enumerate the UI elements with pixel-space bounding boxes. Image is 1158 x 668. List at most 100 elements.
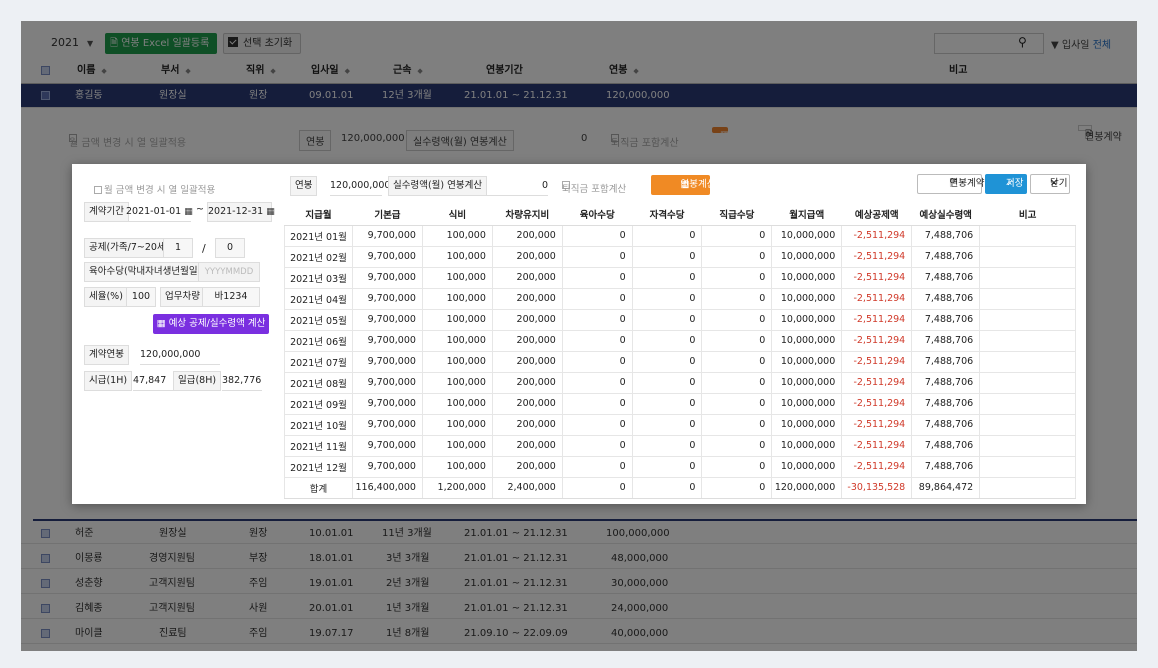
cell-deduction[interactable]: -2,511,294 — [841, 329, 913, 352]
cell-rank[interactable]: 0 — [701, 392, 773, 415]
cell-monthly-pay[interactable]: 10,000,000 — [771, 224, 843, 247]
cell-childcare[interactable]: 0 — [561, 350, 633, 373]
cell-base-pay[interactable]: 9,700,000 — [351, 434, 423, 457]
cell-vehicle[interactable]: 200,000 — [491, 413, 563, 436]
cell-qualification[interactable]: 0 — [631, 476, 703, 499]
cell-base-pay[interactable]: 9,700,000 — [351, 224, 423, 247]
cell-rank[interactable]: 0 — [701, 371, 773, 394]
end-date-input[interactable]: 2021-12-31 ▦ — [207, 202, 275, 222]
cell-qualification[interactable]: 0 — [631, 455, 703, 478]
cell-monthly-pay[interactable]: 10,000,000 — [771, 434, 843, 457]
cell-base-pay[interactable]: 9,700,000 — [351, 392, 423, 415]
cell-base-pay[interactable]: 9,700,000 — [351, 308, 423, 331]
cell-deduction[interactable]: -2,511,294 — [841, 308, 913, 331]
cell-qualification[interactable]: 0 — [631, 434, 703, 457]
children-count-input[interactable]: 0 — [215, 238, 245, 258]
cell-deduction[interactable]: -2,511,294 — [841, 371, 913, 394]
cell-qualification[interactable]: 0 — [631, 392, 703, 415]
cell-net-pay[interactable]: 7,488,706 — [911, 329, 981, 352]
cell-deduction[interactable]: -2,511,294 — [841, 392, 913, 415]
table-row[interactable]: 2021년 09월 9,700,000 100,000 200,000 0 0 0 10,00… — [284, 392, 1076, 415]
cell-vehicle[interactable]: 200,000 — [491, 434, 563, 457]
cell-net-pay[interactable]: 7,488,706 — [911, 266, 981, 289]
cell-qualification[interactable]: 0 — [631, 308, 703, 331]
cell-childcare[interactable]: 0 — [561, 224, 633, 247]
cell-meal[interactable]: 100,000 — [421, 266, 493, 289]
cell-deduction[interactable]: -2,511,294 — [841, 434, 913, 457]
cell-rank[interactable]: 0 — [701, 455, 773, 478]
tax-rate-input[interactable]: 100 — [126, 287, 156, 307]
table-row[interactable]: 2021년 10월 9,700,000 100,000 200,000 0 0 0 10,00… — [284, 413, 1076, 436]
cell-monthly-pay[interactable]: 10,000,000 — [771, 413, 843, 436]
checkbox[interactable] — [94, 186, 102, 194]
cell-rank[interactable]: 0 — [701, 476, 773, 499]
cell-base-pay[interactable]: 116,400,000 — [351, 476, 423, 499]
cell-qualification[interactable]: 0 — [631, 350, 703, 373]
cell-meal[interactable]: 1,200,000 — [421, 476, 493, 499]
cell-net-pay[interactable]: 7,488,706 — [911, 224, 981, 247]
cell-net-pay[interactable]: 7,488,706 — [911, 308, 981, 331]
cell-base-pay[interactable]: 9,700,000 — [351, 350, 423, 373]
cell-childcare[interactable]: 0 — [561, 392, 633, 415]
apply-all-option[interactable]: 월 금액 변경 시 열 일괄적용 — [94, 182, 215, 196]
estimate-button[interactable]: ▦ 예상 공제/실수령액 계산 — [153, 314, 269, 334]
calendar-icon[interactable]: ▦ — [184, 207, 193, 217]
vehicle-input[interactable]: 바1234 — [202, 287, 260, 307]
salary-input[interactable]: 120,000,000 — [330, 176, 390, 196]
cell-base-pay[interactable]: 9,700,000 — [351, 455, 423, 478]
cell-childcare[interactable]: 0 — [561, 476, 633, 499]
cell-net-pay[interactable]: 7,488,706 — [911, 392, 981, 415]
cell-net-pay[interactable]: 7,488,706 — [911, 434, 981, 457]
cell-monthly-pay[interactable]: 10,000,000 — [771, 245, 843, 268]
calendar-icon[interactable]: ▦ — [266, 207, 275, 217]
calc-button[interactable]: ▦ 연봉계산 — [651, 175, 715, 195]
cell-childcare[interactable]: 0 — [561, 413, 633, 436]
close-button[interactable]: ✕ 닫기 — [1030, 174, 1070, 194]
cell-qualification[interactable]: 0 — [631, 287, 703, 310]
cell-monthly-pay[interactable]: 10,000,000 — [771, 392, 843, 415]
table-row[interactable]: 2021년 08월 9,700,000 100,000 200,000 0 0 0 10,00… — [284, 371, 1076, 394]
cell-vehicle[interactable]: 200,000 — [491, 224, 563, 247]
cell-meal[interactable]: 100,000 — [421, 455, 493, 478]
cell-meal[interactable]: 100,000 — [421, 308, 493, 331]
cell-base-pay[interactable]: 9,700,000 — [351, 245, 423, 268]
childcare-birthdate-input[interactable]: YYYYMMDD — [198, 262, 260, 282]
table-row[interactable]: 2021년 07월 9,700,000 100,000 200,000 0 0 0 10,00… — [284, 350, 1076, 373]
cell-monthly-pay[interactable]: 10,000,000 — [771, 308, 843, 331]
cell-childcare[interactable]: 0 — [561, 266, 633, 289]
cell-net-pay[interactable]: 7,488,706 — [911, 455, 981, 478]
cell-qualification[interactable]: 0 — [631, 371, 703, 394]
cell-monthly-pay[interactable]: 10,000,000 — [771, 371, 843, 394]
cell-base-pay[interactable]: 9,700,000 — [351, 329, 423, 352]
cell-childcare[interactable]: 0 — [561, 287, 633, 310]
cell-rank[interactable]: 0 — [701, 329, 773, 352]
cell-vehicle[interactable]: 200,000 — [491, 308, 563, 331]
cell-meal[interactable]: 100,000 — [421, 224, 493, 247]
cell-net-pay[interactable]: 7,488,706 — [911, 245, 981, 268]
family-count-input[interactable]: 1 — [163, 238, 193, 258]
cell-meal[interactable]: 100,000 — [421, 329, 493, 352]
cell-childcare[interactable]: 0 — [561, 434, 633, 457]
cell-monthly-pay[interactable]: 10,000,000 — [771, 266, 843, 289]
cell-childcare[interactable]: 0 — [561, 371, 633, 394]
start-date-input[interactable]: 2021-01-01 ▦ — [126, 202, 193, 222]
cell-rank[interactable]: 0 — [701, 224, 773, 247]
cell-meal[interactable]: 100,000 — [421, 413, 493, 436]
cell-rank[interactable]: 0 — [701, 308, 773, 331]
table-row[interactable]: 2021년 04월 9,700,000 100,000 200,000 0 0 0 10,00… — [284, 287, 1076, 310]
cell-deduction[interactable]: -2,511,294 — [841, 287, 913, 310]
cell-rank[interactable]: 0 — [701, 287, 773, 310]
cell-qualification[interactable]: 0 — [631, 329, 703, 352]
cell-vehicle[interactable]: 200,000 — [491, 392, 563, 415]
cell-net-pay[interactable]: 7,488,706 — [911, 413, 981, 436]
cell-vehicle[interactable]: 2,400,000 — [491, 476, 563, 499]
cell-deduction[interactable]: -2,511,294 — [841, 413, 913, 436]
cell-base-pay[interactable]: 9,700,000 — [351, 371, 423, 394]
cell-childcare[interactable]: 0 — [561, 329, 633, 352]
cell-rank[interactable]: 0 — [701, 266, 773, 289]
cell-deduction[interactable]: -30,135,528 — [841, 476, 913, 499]
cell-deduction[interactable]: -2,511,294 — [841, 350, 913, 373]
cell-deduction[interactable]: -2,511,294 — [841, 266, 913, 289]
cell-monthly-pay[interactable]: 10,000,000 — [771, 350, 843, 373]
table-row[interactable]: 2021년 12월 9,700,000 100,000 200,000 0 0 0 10,00… — [284, 455, 1076, 478]
